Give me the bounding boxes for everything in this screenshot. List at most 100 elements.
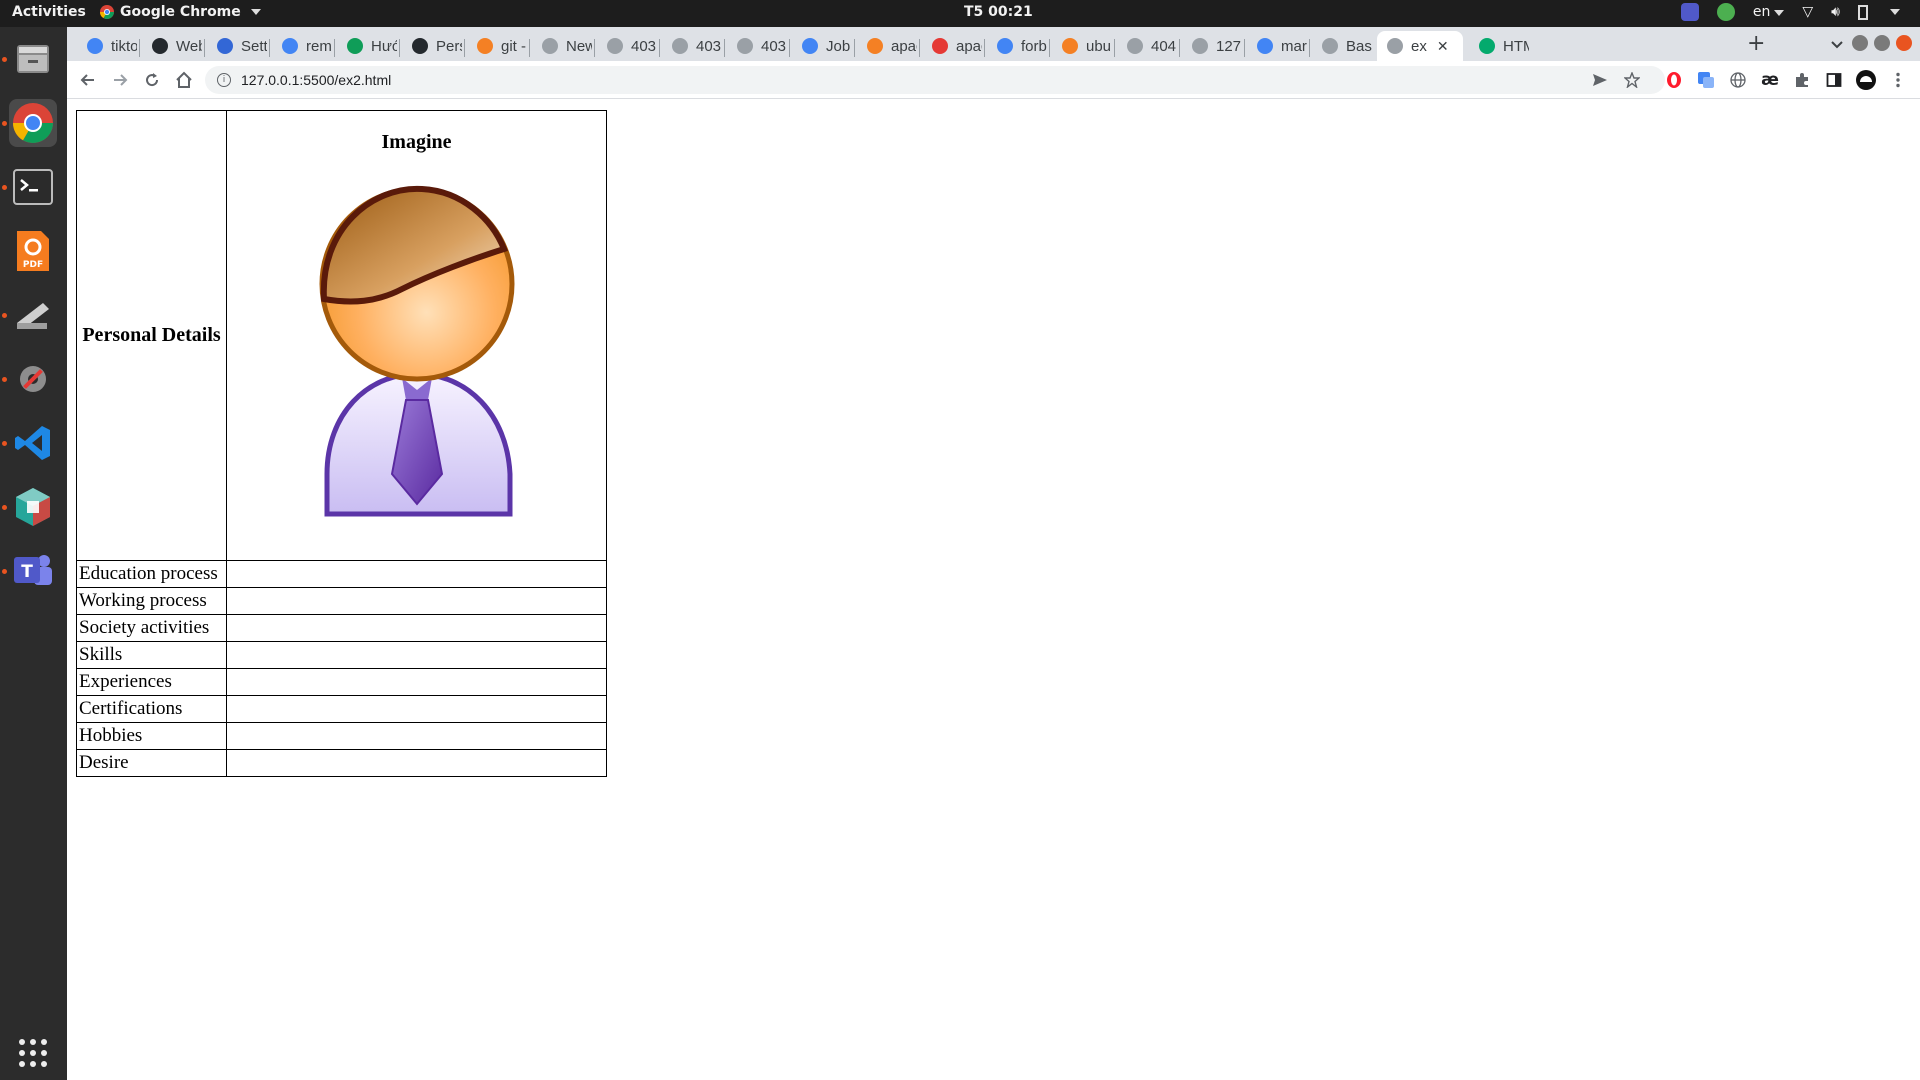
dock-app-cube[interactable] [9,483,57,531]
browser-toolbar: i 127.0.0.1:5500/ex2.html æ [67,61,1920,99]
extensions-button[interactable] [1791,69,1813,91]
clock[interactable]: T5 00:21 [964,4,1033,20]
tab-2[interactable]: Settin [207,31,267,61]
dock-system-tools[interactable] [9,355,57,403]
row-label: Experiences [76,668,227,696]
tab-separator [334,39,335,57]
table-row: Skills [76,641,607,669]
tab-11[interactable]: Job F [792,31,852,61]
tab-separator [659,39,660,57]
tab-3[interactable]: remo [272,31,332,61]
github-icon [412,38,428,54]
volume-icon[interactable]: 🔊︎ [1831,4,1840,20]
tab-18[interactable]: mark [1247,31,1307,61]
system-menu-chevron-icon[interactable] [1890,9,1900,15]
tab-label: apac [891,37,917,55]
tab-5[interactable]: Perso [402,31,462,61]
wifi-icon[interactable]: ▽ [1802,4,1813,20]
table-row: Certifications [76,695,607,723]
teams-icon: T [14,555,52,585]
tab-8[interactable]: 403 F [597,31,657,61]
opera-extension-button[interactable] [1663,69,1685,91]
app-menu[interactable]: Google Chrome [100,4,261,20]
send-tab-button[interactable] [1589,69,1611,91]
translate-extension-button[interactable] [1695,69,1717,91]
tab-label: ubun [1086,37,1112,55]
battery-icon[interactable] [1858,4,1868,20]
tab-separator [464,39,465,57]
tab-4[interactable]: Hướn [337,31,397,61]
dock-screenshot-tool[interactable] [9,291,57,339]
new-tab-button[interactable]: + [1747,31,1765,56]
table-row: Hobbies [76,722,607,750]
tab-10[interactable]: 403 F [727,31,787,61]
reload-button[interactable] [141,69,163,91]
row-value [226,695,607,723]
tab-strip: tikto Web Settin remo Hướn Perso git - S New 403… [67,27,1920,61]
tab-separator [984,39,985,57]
tab-9[interactable]: 403 F [662,31,722,61]
show-applications-button[interactable] [9,1029,57,1077]
globe-icon [737,38,753,54]
dock-terminal[interactable] [9,163,57,211]
tab-15[interactable]: ubun [1052,31,1112,61]
translate-icon [1698,72,1714,88]
tab-19[interactable]: Basic [1312,31,1372,61]
dock-running-indicator [2,377,7,382]
tab-label: Perso [436,37,462,55]
tab-1[interactable]: Web [142,31,202,61]
settings-icon [217,38,233,54]
profile-avatar[interactable] [1855,69,1877,91]
dock-chrome[interactable] [9,99,57,147]
dock-files[interactable] [9,35,57,83]
tab-0[interactable]: tikto [77,31,137,61]
cv-rows: Education process Working process Society … [76,560,607,777]
minimize-button[interactable] [1852,35,1868,51]
back-button[interactable] [77,69,99,91]
tab-21[interactable]: HTM [1469,31,1529,61]
activities-button[interactable]: Activities [12,4,86,20]
bookmark-button[interactable] [1621,69,1643,91]
dock-running-indicator [2,569,7,574]
ae-extension-icon[interactable]: æ [1759,69,1781,91]
tab-13[interactable]: apac [922,31,982,61]
globe-extension-button[interactable] [1727,69,1749,91]
site-info-icon[interactable]: i [217,73,231,87]
home-button[interactable] [173,69,195,91]
update-tray-icon[interactable] [1716,3,1735,21]
teams-tray-icon[interactable] [1680,3,1699,21]
tab-label: 127.0 [1216,37,1242,55]
globe-icon [607,38,623,54]
tab-6[interactable]: git - S [467,31,527,61]
dock-teams[interactable]: T [9,547,57,595]
dock-pdf-editor[interactable]: PDF [9,227,57,275]
maximize-button[interactable] [1874,35,1890,51]
star-icon [1624,72,1640,88]
tab-20[interactable]: ex ✕ [1377,31,1463,61]
close-tab-icon[interactable]: ✕ [1437,38,1449,55]
tab-7[interactable]: New [532,31,592,61]
row-value [226,587,607,615]
tab-separator [529,39,530,57]
side-panel-button[interactable] [1823,69,1845,91]
dock-vscode[interactable] [9,419,57,467]
address-bar[interactable]: i 127.0.0.1:5500/ex2.html [205,66,1665,94]
tab-16[interactable]: 404 N [1117,31,1177,61]
imagine-cell: Imagine [226,110,607,561]
tab-label: 404 N [1151,37,1177,55]
language-indicator[interactable]: en [1753,4,1785,20]
tab-separator [1049,39,1050,57]
tab-14[interactable]: forbi [987,31,1047,61]
forward-button[interactable] [109,69,131,91]
tab-search-chevron-icon[interactable] [1831,41,1843,49]
ask-icon [932,38,948,54]
chrome-menu-button[interactable] [1887,69,1909,91]
url-text[interactable]: 127.0.0.1:5500/ex2.html [241,72,391,88]
tab-17[interactable]: 127.0 [1182,31,1242,61]
tab-separator [919,39,920,57]
close-window-button[interactable] [1896,35,1912,51]
dock-running-indicator [2,313,7,318]
tab-12[interactable]: apac [857,31,917,61]
w3schools-icon [1479,38,1495,54]
row-value [226,614,607,642]
